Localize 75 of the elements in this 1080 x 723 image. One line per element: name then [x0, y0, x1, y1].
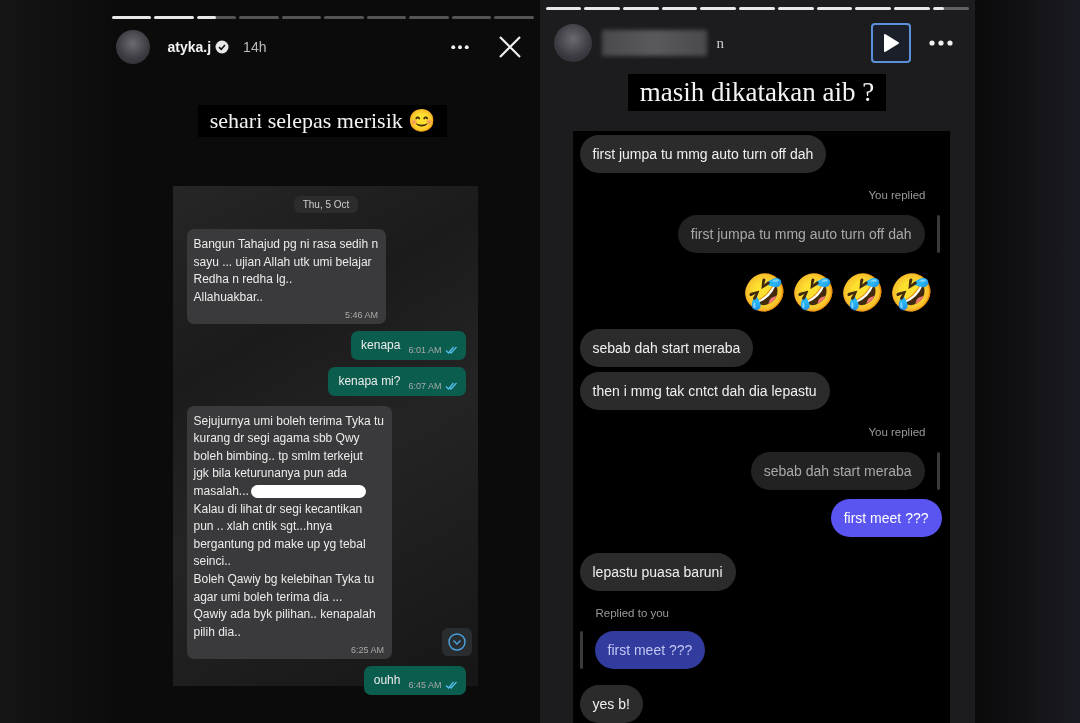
message-text: seinci..: [193, 553, 231, 571]
message-text: kurang dr segi agama sbb Qwy: [193, 430, 360, 448]
message-text: agar umi boleh terima dia ...: [193, 588, 343, 606]
quoted-message: sebab dah start meraba: [750, 452, 925, 490]
message-text: bergantung pd make up yg tebal: [193, 535, 366, 553]
progress-segment-seen: [584, 7, 620, 10]
emoji-message: 🤣🤣🤣🤣: [741, 273, 939, 313]
reply-label: You replied: [868, 426, 927, 440]
message-text: kenapa: [361, 337, 401, 355]
message-text: ouhh: [373, 672, 401, 690]
progress-segment-seen: [700, 7, 737, 10]
message-text: Boleh Qawiy bg kelebihan Tyka tu: [193, 570, 375, 588]
message-time: 6:25 AM: [351, 645, 385, 656]
post-time: 14h: [243, 39, 267, 55]
chevron-down-icon[interactable]: [447, 633, 466, 651]
progress-segment: [239, 16, 279, 19]
received-message: lepastu puasa baruni: [579, 553, 736, 591]
message-text: boleh bimbing.. tp smlm terkejut: [193, 447, 363, 465]
message-time: 6:45 AM: [408, 679, 442, 690]
message-text: kenapa mi?: [338, 372, 401, 390]
play-icon[interactable]: [881, 33, 900, 53]
sent-message: first meet ???: [830, 499, 942, 537]
progress-segment-seen: [777, 7, 814, 10]
quoted-message: first meet ???: [594, 631, 706, 669]
progress-segment-seen: [154, 16, 194, 19]
avatar[interactable]: [115, 30, 150, 64]
message-time: 5:46 AM: [345, 310, 379, 321]
message-time: 6:07 AM: [408, 380, 442, 391]
progress-segment-seen: [739, 7, 775, 10]
received-message: yes b!: [579, 685, 643, 723]
message-text: Sejujurnya umi boleh terima Tyka tu: [193, 412, 385, 430]
quote-bar: [936, 452, 940, 490]
avatar[interactable]: [553, 24, 592, 62]
more-icon[interactable]: [450, 44, 469, 50]
progress-segment: [409, 16, 449, 19]
close-icon[interactable]: [497, 35, 522, 59]
progress-segment: [366, 16, 406, 19]
message-text: Bangun Tahajud pg ni rasa sedih n: [193, 236, 379, 253]
message-time: 6:01 AM: [408, 344, 442, 355]
message-text: Qawiy ada byk pilihan.. kenapalah: [193, 606, 376, 624]
message-text: Redha n redha lg..: [193, 271, 293, 289]
quoted-message: first jumpa tu mmg auto turn off dah: [677, 215, 925, 253]
message-text: pilih dia..: [193, 623, 241, 641]
reply-label: You replied: [868, 189, 927, 203]
more-icon[interactable]: [928, 40, 953, 46]
quote-bar: [936, 215, 940, 253]
message-text: Kalau di lihat dr segi kecantikan: [193, 500, 363, 518]
quote-bar: [579, 631, 583, 669]
message-text: Allahuakbar..: [193, 288, 263, 306]
message-text: sayu ... ujian Allah utk umi belajar: [193, 253, 372, 271]
progress-segment: [324, 16, 364, 19]
received-message: then i mmg tak cntct dah dia lepastu: [579, 372, 830, 410]
progress-segment-seen: [661, 7, 698, 10]
progress-segment-seen: [816, 7, 853, 10]
username[interactable]: atyka.j: [167, 39, 212, 55]
progress-segment: [451, 16, 491, 19]
date-chip: Thu, 5 Oct: [293, 196, 359, 213]
progress-segment-seen: [894, 7, 930, 10]
message-text: pun .. xlah cntik sgt...hnya: [193, 518, 333, 536]
progress-segment-seen: [545, 7, 582, 10]
progress-segment-seen: [855, 7, 892, 10]
play-button[interactable]: [870, 23, 911, 63]
progress-segment: [494, 16, 534, 19]
received-message: sebab dah start meraba: [579, 329, 754, 367]
progress-segment-seen: [111, 16, 151, 19]
message-text: jgk bila keturunanya pun ada: [193, 465, 347, 483]
reply-label: Replied to you: [594, 607, 670, 621]
received-message: first jumpa tu mmg auto turn off dah: [579, 135, 827, 173]
username[interactable]: n: [716, 34, 724, 52]
progress-segment: [281, 16, 321, 19]
scroll-down-button[interactable]: [441, 628, 472, 656]
story-caption: sehari selepas merisik 😊: [197, 105, 448, 137]
progress-segment-seen: [622, 7, 659, 10]
message-text: masalah...: [193, 482, 249, 500]
story-caption: masih dikatakan aib ?: [627, 74, 887, 111]
